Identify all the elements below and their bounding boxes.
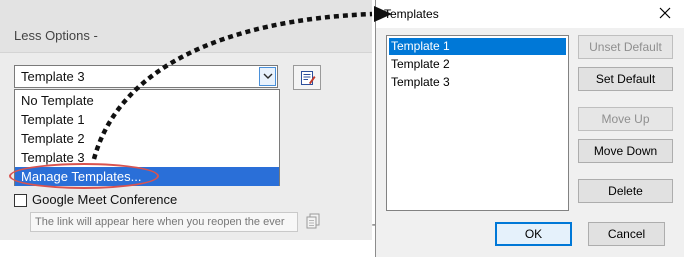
google-meet-checkbox[interactable] (14, 194, 27, 207)
template-select[interactable]: Template 3 (14, 65, 278, 88)
copy-icon[interactable] (306, 213, 320, 229)
meet-link-field[interactable]: The link will appear here when you reope… (30, 212, 298, 232)
ok-button[interactable]: OK (495, 222, 572, 246)
dialog-title: Templates (384, 7, 439, 21)
dropdown-option-template-2[interactable]: Template 2 (15, 129, 279, 148)
move-down-button[interactable]: Move Down (578, 139, 673, 163)
event-options-panel: Less Options - Template 3 No Template Te… (0, 0, 372, 240)
options-header-band (0, 0, 372, 53)
highlight-ellipse (9, 163, 159, 189)
chevron-down-icon[interactable] (259, 67, 276, 86)
edit-template-button[interactable] (293, 65, 321, 90)
template-select-value: Template 3 (21, 69, 85, 84)
edit-template-icon (301, 71, 316, 85)
cancel-button[interactable]: Cancel (588, 222, 665, 246)
move-up-button[interactable]: Move Up (578, 107, 673, 131)
delete-button[interactable]: Delete (578, 179, 673, 203)
meet-link-placeholder: The link will appear here when you reope… (35, 216, 285, 228)
list-item[interactable]: Template 3 (389, 74, 566, 91)
google-meet-label: Google Meet Conference (32, 192, 178, 207)
set-default-button[interactable]: Set Default (578, 67, 673, 91)
dropdown-option-template-1[interactable]: Template 1 (15, 110, 279, 129)
dialog-titlebar: Templates (376, 0, 684, 28)
templates-dialog: Templates Template 1 Template 2 Template… (375, 0, 684, 257)
templates-listbox[interactable]: Template 1 Template 2 Template 3 (386, 35, 569, 211)
list-item[interactable]: Template 2 (389, 56, 566, 73)
dropdown-option-no-template[interactable]: No Template (15, 91, 279, 110)
close-icon[interactable] (658, 6, 672, 20)
list-item[interactable]: Template 1 (389, 38, 566, 55)
less-options-toggle[interactable]: Less Options - (14, 28, 98, 43)
unset-default-button[interactable]: Unset Default (578, 35, 673, 59)
